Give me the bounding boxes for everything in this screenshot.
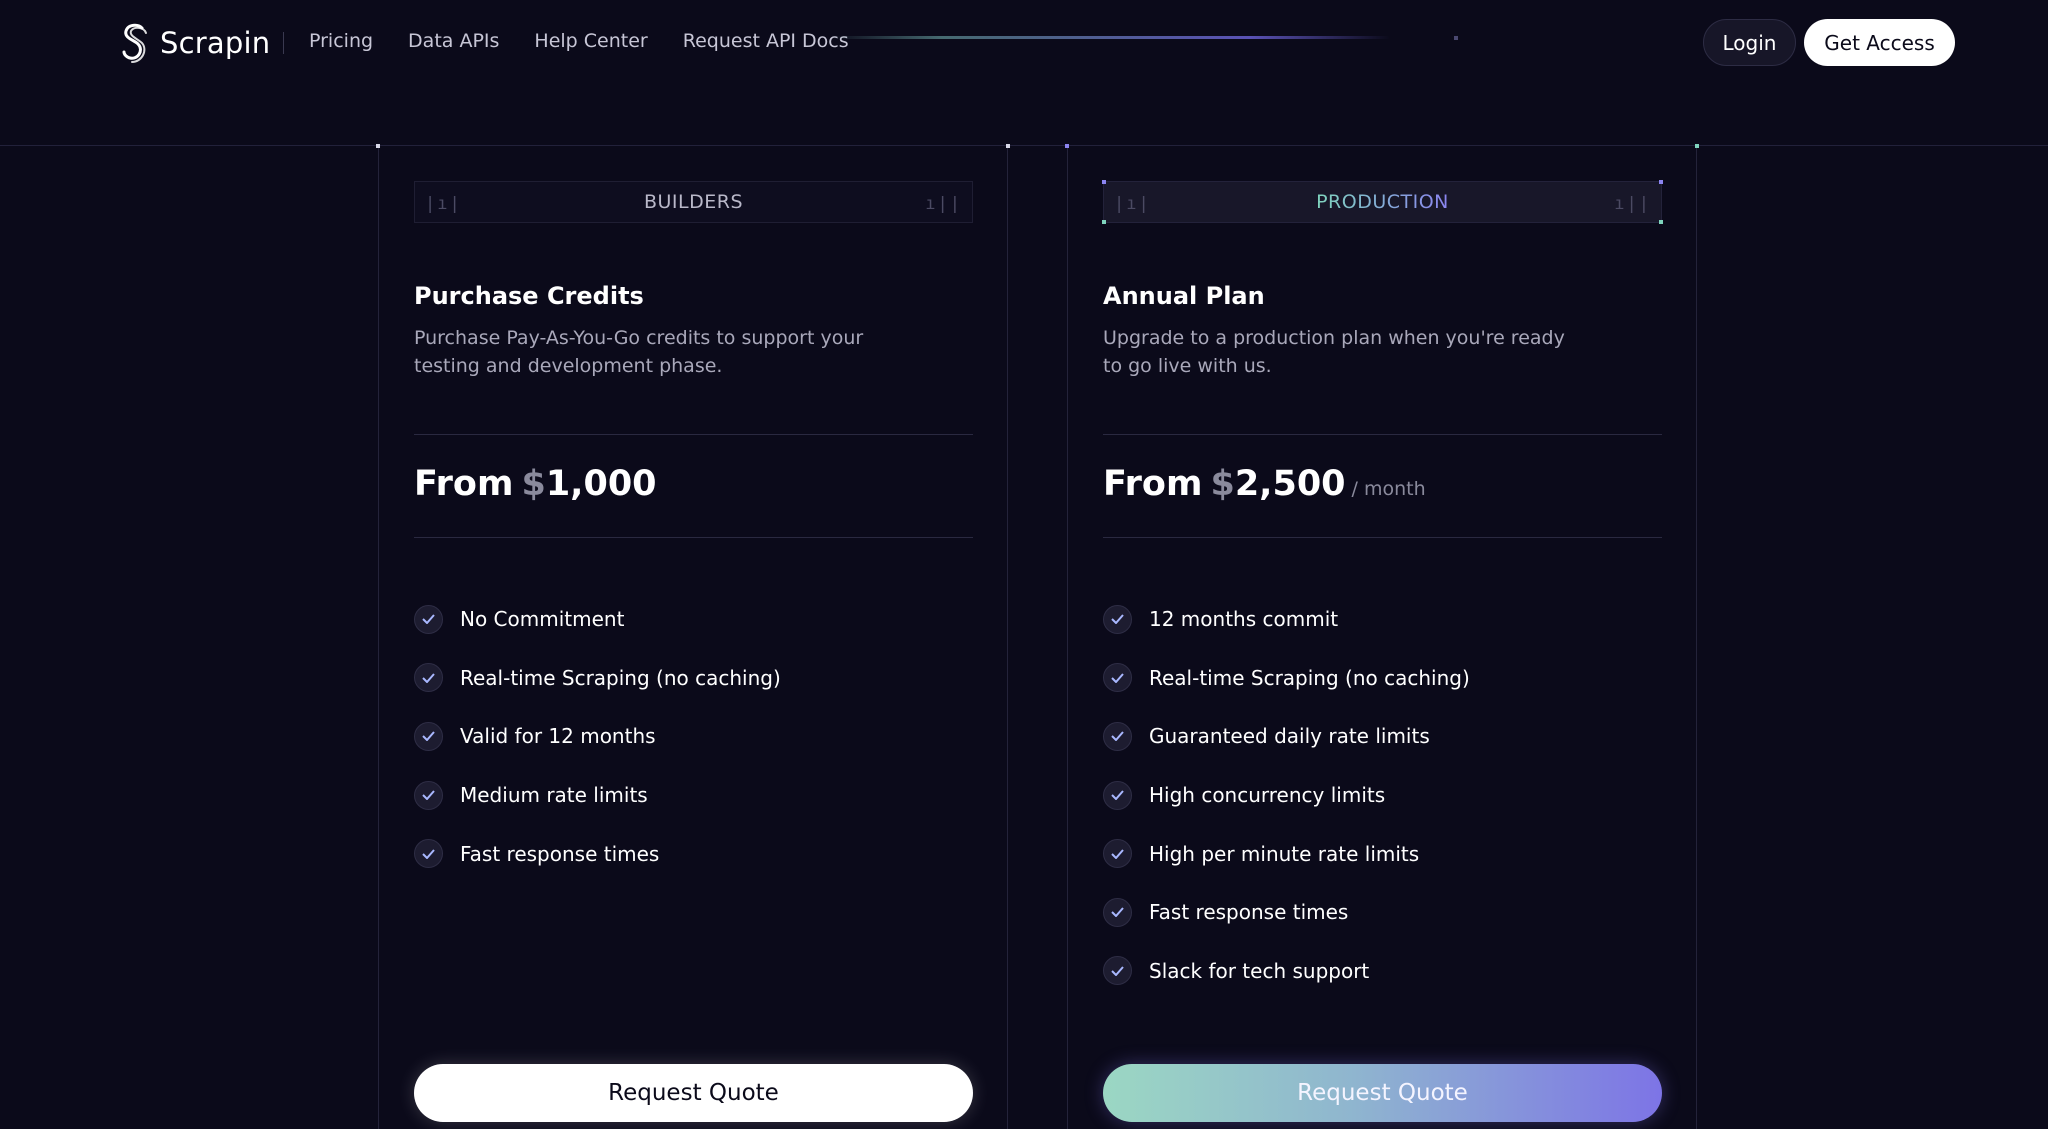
card-corner-marker [1006, 144, 1010, 148]
feature-item: Valid for 12 months [414, 707, 781, 766]
nav-link-request-api-docs[interactable]: Request API Docs [683, 30, 849, 52]
plan-title: Purchase Credits [414, 282, 644, 310]
check-icon [414, 663, 443, 693]
check-icon [1103, 839, 1132, 869]
tier-bars-icon: |ı| [425, 194, 462, 214]
check-icon [1103, 721, 1132, 751]
divider [414, 434, 973, 435]
tier-bars-icon: ı|| [1614, 194, 1651, 214]
check-icon [1103, 897, 1132, 927]
top-navigation: Scrapin Pricing Data APIs Help Center Re… [0, 0, 2048, 146]
feature-text: High per minute rate limits [1149, 841, 1420, 866]
plan-description: Upgrade to a production plan when you're… [1103, 327, 1565, 377]
check-icon [414, 604, 443, 634]
feature-text: High concurrency limits [1149, 783, 1386, 808]
check-icon [414, 721, 443, 751]
feature-text: Guaranteed daily rate limits [1149, 724, 1430, 749]
brand-logo[interactable]: Scrapin [120, 22, 270, 64]
price-amount: 2,500 [1234, 464, 1346, 504]
request-quote-button[interactable]: Request Quote [1103, 1064, 1662, 1122]
tier-corner-marker [1102, 180, 1106, 184]
feature-text: Medium rate limits [460, 783, 648, 808]
tier-label: PRODUCTION [1316, 191, 1449, 213]
card-corner-marker [1065, 144, 1069, 148]
feature-text: Fast response times [460, 841, 660, 866]
divider [1103, 434, 1662, 435]
feature-item: High per minute rate limits [1103, 824, 1470, 883]
feature-item: Guaranteed daily rate limits [1103, 707, 1470, 766]
nav-link-data-apis[interactable]: Data APIs [408, 30, 499, 52]
check-icon [414, 780, 443, 810]
price-amount: 1,000 [545, 464, 657, 504]
feature-item: Medium rate limits [414, 766, 781, 825]
feature-text: Fast response times [1149, 900, 1349, 925]
feature-item: Fast response times [1103, 883, 1470, 942]
plan-card-production: |ı| PRODUCTION ı|| Annual Plan Upgrade t… [1065, 144, 1699, 1129]
check-icon [1103, 604, 1132, 634]
feature-list: No Commitment Real-time Scraping (no cac… [414, 590, 781, 883]
plan-price: From $ 2,500 / month [1103, 464, 1426, 504]
feature-text: Slack for tech support [1149, 958, 1370, 983]
plan-title: Annual Plan [1103, 282, 1265, 310]
card-corner-marker [376, 144, 380, 148]
price-prefix: From [1103, 464, 1203, 504]
price-currency: $ [1210, 464, 1235, 504]
divider [414, 537, 973, 538]
card-corner-marker [1695, 144, 1699, 148]
feature-item: Fast response times [414, 824, 781, 883]
check-icon [1103, 780, 1132, 810]
tier-badge: |ı| BUILDERS ı|| [414, 181, 973, 223]
feature-item: 12 months commit [1103, 590, 1470, 649]
tier-bars-icon: |ı| [1114, 194, 1151, 214]
price-period: / month [1351, 478, 1426, 500]
get-access-button[interactable]: Get Access [1804, 19, 1955, 66]
divider [1103, 537, 1662, 538]
feature-text: 12 months commit [1149, 607, 1339, 632]
brand-name: Scrapin [160, 26, 271, 60]
tier-bars-icon: ı|| [925, 194, 962, 214]
tier-corner-marker [1659, 220, 1663, 224]
check-icon [414, 839, 443, 869]
tier-badge: |ı| PRODUCTION ı|| [1102, 180, 1663, 224]
feature-text: Valid for 12 months [460, 724, 656, 749]
scrapin-logo-icon [122, 23, 147, 63]
feature-text: No Commitment [460, 607, 625, 632]
feature-item: Slack for tech support [1103, 942, 1470, 1001]
plan-card-builders: |ı| BUILDERS ı|| Purchase Credits Purcha… [376, 144, 1010, 1129]
nav-divider [283, 32, 284, 54]
feature-list: 12 months commit Real-time Scraping (no … [1103, 590, 1470, 1000]
feature-text: Real-time Scraping (no caching) [460, 665, 781, 690]
price-prefix: From [414, 464, 514, 504]
request-quote-button[interactable]: Request Quote [414, 1064, 973, 1122]
plan-price: From $ 1,000 [414, 464, 657, 504]
login-button[interactable]: Login [1703, 19, 1796, 66]
nav-link-help-center[interactable]: Help Center [534, 30, 647, 52]
check-icon [1103, 956, 1132, 986]
nav-glow-dot [1454, 36, 1458, 40]
feature-text: Real-time Scraping (no caching) [1149, 665, 1470, 690]
tier-label: BUILDERS [643, 191, 744, 213]
tier-corner-marker [1102, 220, 1106, 224]
price-currency: $ [521, 464, 546, 504]
nav-link-pricing[interactable]: Pricing [309, 30, 373, 52]
check-icon [1103, 663, 1132, 693]
feature-item: High concurrency limits [1103, 766, 1470, 825]
feature-item: Real-time Scraping (no caching) [414, 649, 781, 708]
plan-description: Purchase Pay-As-You-Go credits to suppor… [414, 327, 864, 377]
nav-links: Pricing Data APIs Help Center Request AP… [309, 30, 884, 52]
nav-glow-line [830, 36, 1390, 39]
feature-item: No Commitment [414, 590, 781, 649]
feature-item: Real-time Scraping (no caching) [1103, 649, 1470, 708]
tier-corner-marker [1659, 180, 1663, 184]
